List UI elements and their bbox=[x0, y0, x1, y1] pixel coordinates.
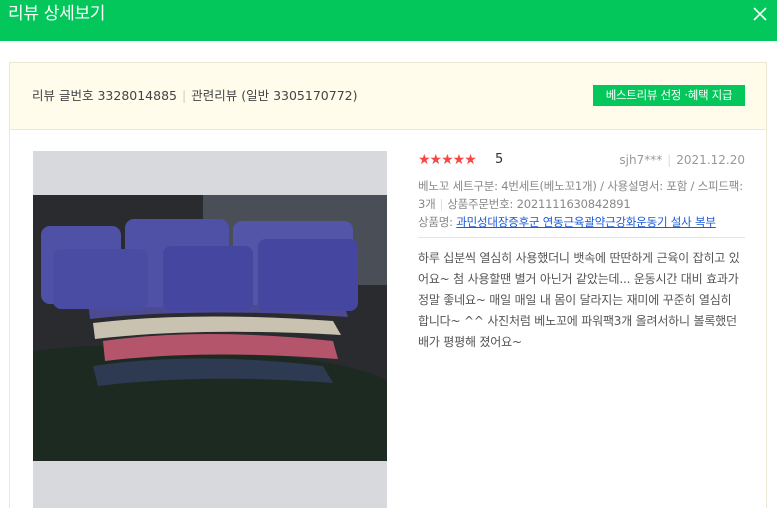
modal-header: 리뷰 상세보기 bbox=[0, 0, 777, 41]
separator: | bbox=[439, 197, 444, 211]
review-content: ★★★★★ 5 sjh7*** | 2021.12.20 베노꼬 세트구분: 4번세… bbox=[9, 129, 767, 508]
review-number-label: 리뷰 글번호 bbox=[32, 88, 94, 103]
product-name-link[interactable]: 과민성대장증후군 연동근육괄약근강화운동기 설사 복부 bbox=[456, 215, 716, 229]
review-number-info: 리뷰 글번호 3328014885 | 관련리뷰 (일반 3305170772) bbox=[32, 87, 357, 105]
review-date: 2021.12.20 bbox=[676, 153, 745, 167]
best-review-badge: 베스트리뷰 선정 ·혜택 지급 bbox=[593, 85, 745, 106]
separator: | bbox=[182, 88, 187, 103]
review-meta: ★★★★★ 5 sjh7*** | 2021.12.20 베노꼬 세트구분: 4번세… bbox=[418, 151, 745, 353]
related-review-value: (일반 3305170772) bbox=[241, 88, 358, 103]
author-date: sjh7*** | 2021.12.20 bbox=[619, 151, 745, 169]
rating-score: 5 bbox=[495, 152, 504, 167]
product-label: 상품명: bbox=[418, 215, 453, 229]
close-icon[interactable] bbox=[750, 4, 770, 24]
review-number: 3328014885 bbox=[97, 88, 177, 103]
divider bbox=[418, 237, 745, 238]
separator: | bbox=[667, 153, 672, 167]
rating-row: ★★★★★ 5 sjh7*** | 2021.12.20 bbox=[418, 151, 745, 171]
review-text: 하루 십분씩 열심히 사용했더니 뱃속에 딴딴하게 근육이 잡히고 있어요~ 첨… bbox=[418, 251, 740, 349]
review-photo[interactable] bbox=[33, 151, 387, 508]
review-info-bar: 리뷰 글번호 3328014885 | 관련리뷰 (일반 3305170772) 베… bbox=[9, 62, 767, 130]
star-rating-icon: ★★★★★ bbox=[418, 152, 477, 168]
related-review-label: 관련리뷰 bbox=[191, 88, 238, 103]
author-id: sjh7*** bbox=[619, 153, 663, 167]
product-name-row: 상품명: 과민성대장증후군 연동근육괄약근강화운동기 설사 복부 bbox=[418, 213, 745, 231]
order-number: 2021111630842891 bbox=[516, 197, 631, 211]
purchase-options: 베노꼬 세트구분: 4번세트(베노꼬1개) / 사용설명서: 포함 / 스피드팩… bbox=[418, 177, 745, 213]
modal-title: 리뷰 상세보기 bbox=[8, 4, 106, 24]
order-number-label: 상품주문번호: bbox=[447, 197, 514, 211]
